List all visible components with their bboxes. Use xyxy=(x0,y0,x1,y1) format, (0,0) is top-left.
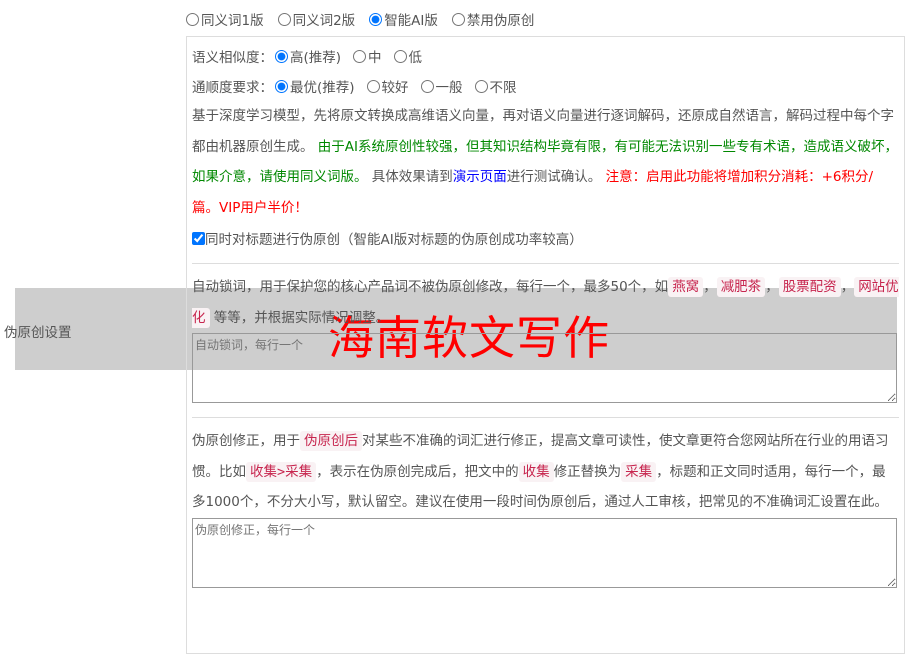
mode-radio-group: 同义词1版 同义词2版 智能AI版 禁用伪原创 xyxy=(186,9,534,29)
sep: ， xyxy=(840,279,855,295)
title-rewrite-checkbox[interactable]: 同时对标题进行伪原创（智能AI版对标题的伪原创成功率较高） xyxy=(192,223,899,253)
fluency-label: 通顺度要求： xyxy=(192,80,273,96)
code-text: 采集 xyxy=(621,461,657,482)
divider xyxy=(192,417,899,418)
divider xyxy=(192,263,899,264)
similarity-high[interactable]: 高(推荐) xyxy=(275,46,341,66)
option-label: 低 xyxy=(408,50,423,66)
correction-description: 伪原创修正，用于 伪原创后 对某些不准确的词汇进行修正，提高文章可读性，使文章更符合… xyxy=(192,426,899,518)
sep: ， xyxy=(765,279,779,295)
option-label: 中 xyxy=(368,50,382,66)
fluency-any[interactable]: 不限 xyxy=(474,76,517,96)
mode-label: 同义词1版 xyxy=(201,13,264,29)
mode-ai[interactable]: 智能AI版 xyxy=(369,9,438,29)
similarity-row: 语义相似度： 高(推荐) 中 低 xyxy=(192,41,899,71)
desc-text: 等等，并根据实际情况调整。 xyxy=(209,309,390,326)
similarity-label: 语义相似度： xyxy=(192,50,273,66)
sep: ， xyxy=(703,279,717,295)
code-text: 伪原创后 xyxy=(300,431,362,451)
fluency-row: 通顺度要求： 最优(推荐) 较好 一般 不限 xyxy=(192,71,899,101)
option-label: 一般 xyxy=(435,80,463,96)
lock-words-input[interactable] xyxy=(192,333,897,403)
lock-words-description: 自动锁词，用于保护您的核心产品词不被伪原创修改，每行一个，最多50个，如 燕窝，减… xyxy=(192,272,899,333)
similarity-mid[interactable]: 中 xyxy=(353,46,382,66)
example-word: 股票配资 xyxy=(778,277,841,297)
section-label: 伪原创设置 xyxy=(4,325,72,341)
mode-label: 智能AI版 xyxy=(384,13,438,29)
desc-text: 具体效果请到 xyxy=(367,169,453,185)
example-word: 减肥茶 xyxy=(716,277,766,297)
mode-disable[interactable]: 禁用伪原创 xyxy=(451,9,535,29)
option-label: 最优(推荐) xyxy=(290,80,355,96)
code-text: 收集 xyxy=(518,461,554,482)
correction-input[interactable] xyxy=(192,517,897,588)
fluency-good[interactable]: 较好 xyxy=(366,76,409,96)
desc-text: 伪原创修正，用于 xyxy=(192,433,300,449)
desc-text: 进行测试确认。 xyxy=(506,169,602,185)
desc-text: 自动锁词，用于保护您的核心产品词不被伪原创修改，每行一个，最多50个，如 xyxy=(192,279,669,295)
checkbox-label: 同时对标题进行伪原创（智能AI版对标题的伪原创成功率较高） xyxy=(205,232,583,248)
option-label: 较好 xyxy=(381,80,409,96)
ai-description: 基于深度学习模型，先将原文转换成高维语义向量，再对语义向量进行逐词解码，还原成自… xyxy=(192,101,899,223)
mode-label: 禁用伪原创 xyxy=(466,13,535,29)
ai-settings-panel: 语义相似度： 高(推荐) 中 低 通顺度要求： 最优(推荐) 较好 一般 不限 … xyxy=(186,36,905,654)
desc-text: 修正替换为 xyxy=(553,463,622,480)
similarity-low[interactable]: 低 xyxy=(393,46,423,66)
desc-text: ，表示在伪原创完成后，把文中的 xyxy=(316,463,519,480)
mode-synonym2[interactable]: 同义词2版 xyxy=(277,9,356,29)
option-label: 不限 xyxy=(489,80,517,96)
mode-label: 同义词2版 xyxy=(292,13,356,29)
fluency-normal[interactable]: 一般 xyxy=(420,76,463,96)
option-label: 高(推荐) xyxy=(290,50,342,66)
fluency-best[interactable]: 最优(推荐) xyxy=(275,76,355,96)
example-word: 燕窝 xyxy=(668,277,704,297)
mode-synonym1[interactable]: 同义词1版 xyxy=(186,9,264,29)
demo-page-link[interactable]: 演示页面 xyxy=(453,169,507,185)
code-text: 收集>采集 xyxy=(246,461,317,482)
